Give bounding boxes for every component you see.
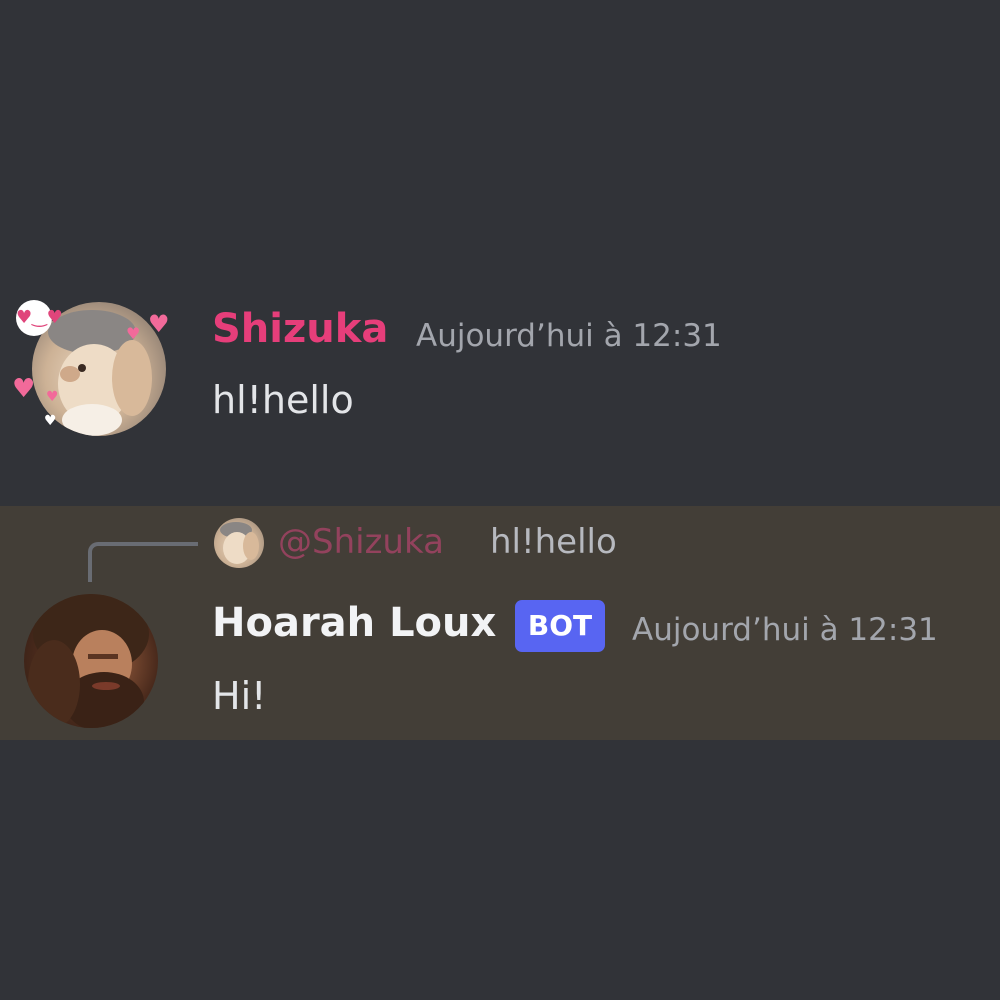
heart-icon: ♥ [12,374,36,404]
message-shizuka[interactable]: ♥‿♥ ♥ ♥ ♥ ♥ ♥ Shizuka Aujourd’hui à 12:3… [0,290,1000,460]
reply-avatar[interactable] [214,518,264,568]
avatar[interactable] [24,594,158,728]
heart-eyes-skull-icon: ♥‿♥ [16,300,63,336]
reply-mention[interactable]: @Shizuka [278,522,444,562]
heart-icon: ♥ [46,389,59,405]
bearded-man-icon [28,594,149,728]
message-hoarah-loux[interactable]: @Shizuka hl!hello Hoarah Loux BOT Aujour… [0,506,1000,740]
heart-icon: ♥ [148,310,170,338]
bot-badge: BOT [515,600,605,652]
heart-icon: ♥ [44,413,57,429]
username[interactable]: Shizuka [212,306,388,352]
message-content: hl!hello [212,378,354,422]
reply-preview-text[interactable]: hl!hello [490,522,617,562]
username[interactable]: Hoarah Loux [212,600,496,646]
reply-connector [88,542,198,582]
message-content: Hi! [212,674,267,718]
rabbit-icon [220,522,259,564]
timestamp: Aujourd’hui à 12:31 [632,612,938,648]
chat-messages: ♥‿♥ ♥ ♥ ♥ ♥ ♥ Shizuka Aujourd’hui à 12:3… [0,0,1000,1000]
timestamp: Aujourd’hui à 12:31 [416,318,722,354]
heart-icon: ♥ [126,324,141,343]
avatar-decoration: ♥‿♥ ♥ ♥ ♥ ♥ ♥ [10,290,170,450]
